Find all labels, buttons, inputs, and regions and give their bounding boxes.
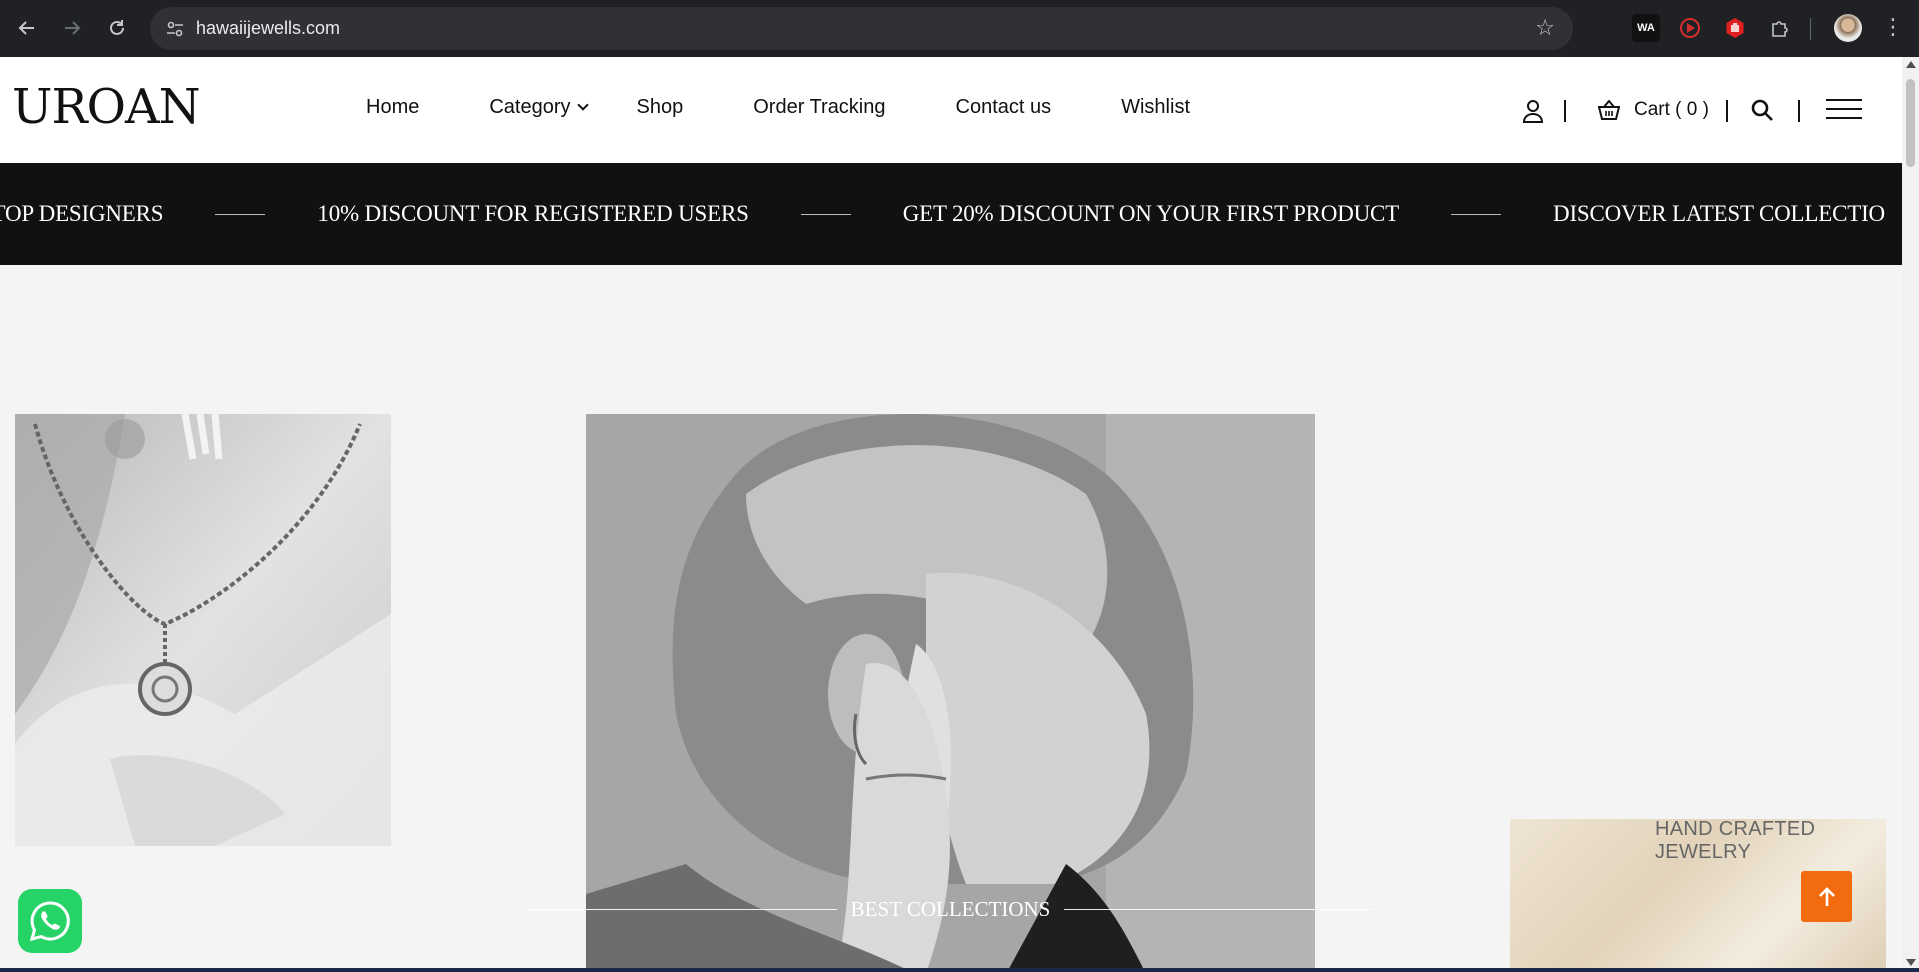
marquee-item: DISCOVER LATEST COLLECTIO xyxy=(1553,201,1885,226)
window-bottom-edge xyxy=(0,968,1919,972)
hand-crafted-label: HAND CRAFTED JEWELRY xyxy=(1655,818,1816,863)
whatsapp-chat-button[interactable] xyxy=(18,889,82,953)
marquee-item: D TOP DESIGNERS xyxy=(0,201,164,226)
back-arrow-icon[interactable] xyxy=(12,13,42,43)
nav-category-label: Category xyxy=(489,96,571,118)
header-actions: Cart ( 0 ) xyxy=(1482,87,1902,133)
hamburger-menu-icon[interactable] xyxy=(1826,99,1862,121)
browser-menu-icon[interactable]: ⋮ xyxy=(1882,14,1904,40)
search-icon[interactable] xyxy=(1750,98,1774,122)
nav-home[interactable]: Home xyxy=(366,96,419,119)
user-icon[interactable] xyxy=(1522,99,1544,123)
marquee-separator xyxy=(215,213,266,215)
marquee-separator xyxy=(800,213,851,215)
whatsapp-icon xyxy=(29,901,70,942)
nav-contact[interactable]: Contact us xyxy=(956,96,1052,119)
whatsapp-web-extension-icon[interactable]: WA xyxy=(1632,14,1660,42)
model-portrait-photo[interactable] xyxy=(586,414,1315,970)
address-bar[interactable]: hawaiijewells.com ☆ xyxy=(150,7,1573,50)
marquee-item: GET 20% DISCOUNT ON YOUR FIRST PRODUCT xyxy=(902,201,1400,226)
best-collections-label: BEST COLLECTIONS xyxy=(850,896,1051,921)
stop-hand-extension-icon[interactable] xyxy=(1721,14,1749,42)
site-logo[interactable]: UROAN xyxy=(12,79,201,135)
marquee-separator xyxy=(1451,213,1502,215)
page-viewport: UROAN Home Category Shop Order Tracking … xyxy=(0,57,1902,970)
marquee-item: 10% DISCOUNT FOR REGISTERED USERS xyxy=(317,201,749,226)
profile-avatar[interactable] xyxy=(1834,14,1862,42)
extensions-puzzle-icon[interactable] xyxy=(1766,14,1794,42)
header-divider xyxy=(1564,100,1566,122)
announcement-marquee: D TOP DESIGNERS 10% DISCOUNT FOR REGISTE… xyxy=(0,163,1902,265)
marquee-track: D TOP DESIGNERS 10% DISCOUNT FOR REGISTE… xyxy=(0,163,1885,265)
nav-category[interactable]: Category xyxy=(489,96,589,119)
screen-recorder-extension-icon[interactable] xyxy=(1676,14,1704,42)
best-collections-heading[interactable]: BEST COLLECTIONS xyxy=(528,889,1373,929)
nav-wishlist[interactable]: Wishlist xyxy=(1121,96,1190,119)
scroll-to-top-button[interactable] xyxy=(1801,871,1852,922)
necklace-photo[interactable] xyxy=(15,414,391,846)
main-nav: Home Category Shop Order Tracking Contac… xyxy=(366,96,1260,119)
arrow-up-icon xyxy=(1818,886,1835,906)
header-divider xyxy=(1798,100,1800,122)
heading-line xyxy=(1064,908,1373,910)
header-divider xyxy=(1726,100,1728,122)
scroll-up-arrow-icon[interactable] xyxy=(1906,61,1916,68)
scroll-down-arrow-icon[interactable] xyxy=(1906,959,1916,966)
forward-arrow-icon[interactable] xyxy=(57,13,87,43)
site-settings-icon[interactable] xyxy=(162,16,188,42)
cart-basket-icon[interactable] xyxy=(1598,100,1620,120)
cart-link[interactable]: Cart ( 0 ) xyxy=(1634,99,1709,121)
site-header: UROAN Home Category Shop Order Tracking … xyxy=(0,57,1902,163)
chevron-down-icon xyxy=(576,99,589,111)
browser-toolbar: hawaiijewells.com ☆ WA ⋮ xyxy=(0,0,1919,57)
scroll-thumb[interactable] xyxy=(1906,79,1915,167)
url-text[interactable]: hawaiijewells.com xyxy=(196,18,340,39)
heading-line xyxy=(528,908,837,910)
nav-shop[interactable]: Shop xyxy=(637,96,684,119)
bookmark-star-icon[interactable]: ☆ xyxy=(1535,15,1555,41)
toolbar-divider xyxy=(1810,18,1811,40)
nav-order-tracking[interactable]: Order Tracking xyxy=(753,96,885,119)
page-scrollbar[interactable] xyxy=(1902,57,1919,970)
reload-icon[interactable] xyxy=(102,13,132,43)
